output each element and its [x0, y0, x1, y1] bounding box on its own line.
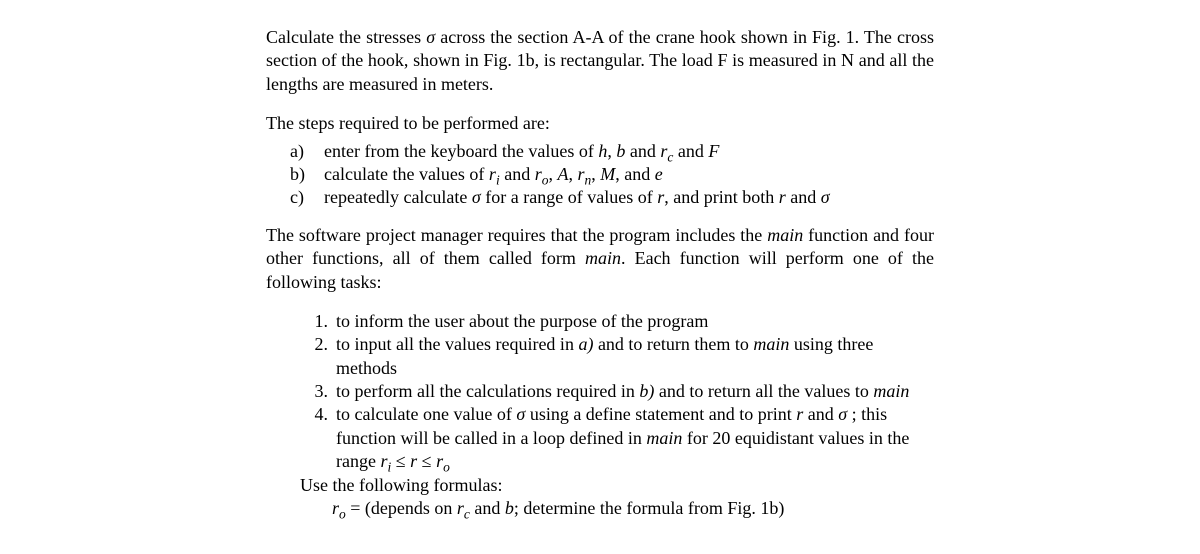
main-word: main — [753, 334, 789, 354]
task-3-body: to perform all the calculations required… — [336, 380, 934, 403]
sigma-symbol: σ — [516, 404, 525, 424]
var-ro: ro — [332, 498, 346, 518]
text: to calculate one value of — [336, 404, 516, 424]
var-F: F — [708, 141, 719, 161]
var-ri: ri — [380, 451, 391, 471]
text: to input all the values required in — [336, 334, 578, 354]
text: = (depends on — [346, 498, 457, 518]
var-ro: ro — [535, 164, 549, 184]
marker-c: c) — [290, 186, 324, 209]
ref-a: a) — [578, 334, 593, 354]
marker-3: 3. — [300, 380, 336, 403]
step-a: a) enter from the keyboard the values of… — [290, 140, 934, 163]
step-b: b) calculate the values of ri and ro, A,… — [290, 163, 934, 186]
task-4: 4. to calculate one value of σ using a d… — [300, 403, 934, 473]
text: and to return all the values to — [654, 381, 873, 401]
sigma-symbol: σ — [838, 404, 847, 424]
text: , — [591, 164, 600, 184]
var-ri: ri — [489, 164, 500, 184]
var-rn: rn — [577, 164, 591, 184]
text: calculate the values of — [324, 164, 489, 184]
document-page: Calculate the stresses σ across the sect… — [0, 0, 1200, 554]
text: and — [625, 141, 660, 161]
var-M: M — [600, 164, 615, 184]
var-e: e — [655, 164, 663, 184]
task-1-body: to inform the user about the purpose of … — [336, 310, 934, 333]
marker-2: 2. — [300, 333, 336, 380]
var-r: r — [779, 187, 786, 207]
text: repeatedly calculate — [324, 187, 472, 207]
sigma-symbol: σ — [426, 27, 435, 47]
marker-a: a) — [290, 140, 324, 163]
text: ≤ — [417, 451, 436, 471]
marker-4: 4. — [300, 403, 336, 473]
step-a-body: enter from the keyboard the values of h,… — [324, 140, 934, 163]
sigma-symbol: σ — [821, 187, 830, 207]
var-rc: rc — [457, 498, 470, 518]
main-word: main — [585, 248, 621, 268]
intro-paragraph: Calculate the stresses σ across the sect… — [266, 26, 934, 96]
text: Calculate the stresses — [266, 27, 426, 47]
text: , and print both — [664, 187, 779, 207]
text: and — [786, 187, 821, 207]
task-2: 2. to input all the values required in a… — [300, 333, 934, 380]
text: , and — [615, 164, 655, 184]
main-word: main — [873, 381, 909, 401]
text: and — [470, 498, 505, 518]
task-3: 3. to perform all the calculations requi… — [300, 380, 934, 403]
pm-paragraph: The software project manager requires th… — [266, 224, 934, 294]
text: and — [500, 164, 535, 184]
main-word: main — [646, 428, 682, 448]
text: and to return them to — [593, 334, 753, 354]
text: and — [673, 141, 708, 161]
text: ; determine the formula from Fig. 1b) — [514, 498, 784, 518]
text: using a define statement and to print — [525, 404, 796, 424]
sigma-symbol: σ — [472, 187, 481, 207]
task-1: 1. to inform the user about the purpose … — [300, 310, 934, 333]
text: to perform all the calculations required… — [336, 381, 639, 401]
spacer — [266, 210, 934, 224]
ref-b: b) — [639, 381, 654, 401]
marker-b: b) — [290, 163, 324, 186]
step-b-body: calculate the values of ri and ro, A, rn… — [324, 163, 934, 186]
formula-ro: ro = (depends on rc and b; determine the… — [266, 497, 934, 520]
numbered-list: 1. to inform the user about the purpose … — [266, 310, 934, 474]
var-A: A — [557, 164, 568, 184]
task-4-body: to calculate one value of σ using a defi… — [336, 403, 934, 473]
text: and — [803, 404, 838, 424]
main-word: main — [767, 225, 803, 245]
text: ≤ — [391, 451, 410, 471]
var-rc: rc — [660, 141, 673, 161]
task-2-body: to input all the values required in a) a… — [336, 333, 934, 380]
step-c-body: repeatedly calculate σ for a range of va… — [324, 186, 934, 209]
step-c: c) repeatedly calculate σ for a range of… — [290, 186, 934, 209]
text: enter from the keyboard the values of — [324, 141, 598, 161]
letter-list: a) enter from the keyboard the values of… — [266, 140, 934, 210]
marker-1: 1. — [300, 310, 336, 333]
text: for a range of values of — [481, 187, 657, 207]
text: The software project manager requires th… — [266, 225, 767, 245]
steps-header: The steps required to be performed are: — [266, 112, 934, 135]
var-ro: ro — [436, 451, 450, 471]
var-b: b — [505, 498, 514, 518]
use-formulas-line: Use the following formulas: — [266, 474, 934, 497]
